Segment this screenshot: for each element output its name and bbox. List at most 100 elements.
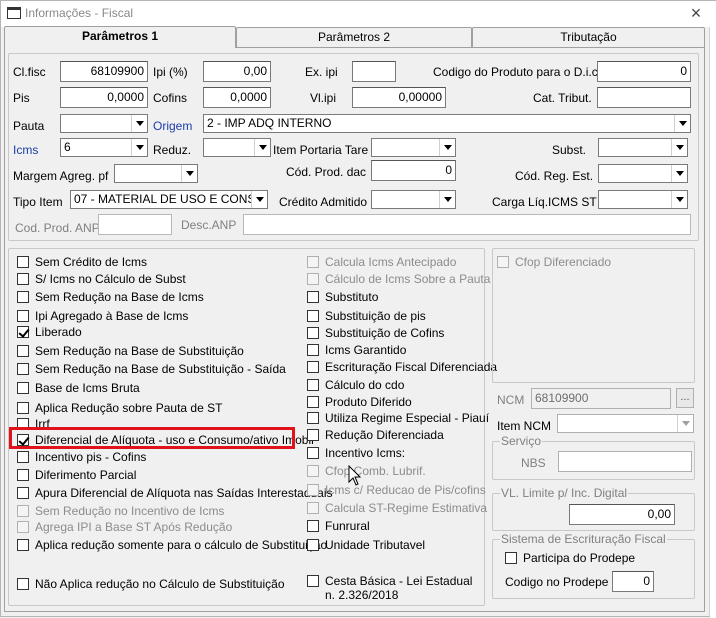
cat-tribut-input[interactable] <box>597 87 691 108</box>
tab-parametros-2[interactable]: Parâmetros 2 <box>236 27 472 47</box>
checkbox-box[interactable] <box>17 345 29 357</box>
checkbox-label: S/ Icms no Cálculo de Subst <box>35 272 186 286</box>
chevron-down-icon[interactable] <box>677 415 693 432</box>
ex-ipi-label: Ex. ipi <box>305 65 338 79</box>
checkbox-label: Funrural <box>325 519 370 533</box>
margem-select[interactable] <box>114 164 198 183</box>
checkbox-box[interactable] <box>307 412 319 424</box>
checkbox-box[interactable] <box>17 521 29 533</box>
clfisc-input[interactable]: 68109900 <box>60 61 148 82</box>
checkbox-box[interactable] <box>307 396 319 408</box>
checkbox-box[interactable] <box>307 502 319 514</box>
cod-prod-dac-input[interactable]: 0 <box>371 160 456 181</box>
checkbox-box[interactable] <box>307 539 319 551</box>
checkbox-label: Unidade Tributavel <box>325 538 426 552</box>
origem-label[interactable]: Origem <box>153 119 192 133</box>
chevron-down-icon[interactable] <box>671 139 687 156</box>
tab-tributacao[interactable]: Tributação <box>472 27 705 47</box>
ipi-pct-input[interactable]: 0,00 <box>203 61 271 82</box>
nbs-input[interactable] <box>558 451 692 472</box>
checkbox-box[interactable] <box>307 273 319 285</box>
checkbox-box[interactable] <box>307 256 319 268</box>
checkbox-box[interactable] <box>307 361 319 373</box>
cofins-input[interactable]: 0,0000 <box>203 87 271 108</box>
checkbox-box[interactable] <box>17 363 29 375</box>
checkbox-box[interactable] <box>17 326 29 338</box>
checkbox-label: Base de Icms Bruta <box>35 381 140 395</box>
item-ncm-select[interactable] <box>557 414 694 433</box>
checkbox-box[interactable] <box>307 310 319 322</box>
carga-liq-select[interactable] <box>598 190 688 209</box>
chevron-down-icon[interactable] <box>674 115 690 132</box>
checkbox-label: Agrega IPI a Base ST Após Redução <box>35 520 233 534</box>
cod-reg-est-select[interactable] <box>598 164 688 183</box>
chevron-down-icon[interactable] <box>439 191 455 208</box>
checkbox-box[interactable] <box>17 578 29 590</box>
vlipi-input[interactable]: 0,00000 <box>352 87 446 108</box>
origem-select[interactable]: 2 - IMP ADQ INTERNO <box>203 114 691 133</box>
credito-admitido-select[interactable] <box>371 190 456 209</box>
escrituracao-group <box>492 539 695 599</box>
checkbox-box[interactable] <box>17 310 29 322</box>
checkbox-label: Aplica redução somente para o cálculo de… <box>35 538 328 552</box>
checkbox-box[interactable] <box>17 256 29 268</box>
ncm-lookup-button[interactable]: ... <box>676 388 694 408</box>
checkbox-box[interactable] <box>17 402 29 414</box>
checkbox-box[interactable] <box>307 520 319 532</box>
escrituracao-caption: Sistema de Escrituração Fiscal <box>500 532 667 546</box>
checkbox-box[interactable] <box>17 469 29 481</box>
checkbox-box[interactable] <box>307 327 319 339</box>
tipo-item-select[interactable]: 07 - MATERIAL DE USO E CONSUM <box>70 190 268 209</box>
chevron-down-icon[interactable] <box>251 191 267 208</box>
checkbox-box[interactable] <box>497 256 509 268</box>
vl-limite-input[interactable]: 0,00 <box>569 504 675 525</box>
checkbox-box[interactable] <box>307 429 319 441</box>
checkbox-label: Diferimento Parcial <box>35 468 137 482</box>
vl-limite-caption: VL. Limite p/ Inc. Digital <box>500 486 629 500</box>
checkbox-box[interactable] <box>307 465 319 477</box>
checkbox-box[interactable] <box>17 539 29 551</box>
pis-label: Pis <box>13 91 30 105</box>
checkbox-label: Sem Redução na Base de Substituição <box>35 344 244 358</box>
chevron-down-icon[interactable] <box>131 115 147 132</box>
icms-select[interactable]: 6 <box>60 138 148 157</box>
subst-label: Subst. <box>552 143 587 157</box>
icms-label[interactable]: Icms <box>13 143 38 157</box>
pis-input[interactable]: 0,0000 <box>60 87 148 108</box>
chevron-down-icon[interactable] <box>131 139 147 156</box>
checkbox-box[interactable] <box>307 379 319 391</box>
title-bar[interactable]: Informações - Fiscal × <box>1 1 716 27</box>
chevron-down-icon[interactable] <box>439 139 455 156</box>
checkbox-box[interactable] <box>17 487 29 499</box>
chevron-down-icon[interactable] <box>671 165 687 182</box>
pauta-select[interactable] <box>60 114 148 133</box>
checkbox-box[interactable] <box>307 447 319 459</box>
checkbox-label: Cesta Básica - Lei Estadual n. 2.326/201… <box>325 574 473 602</box>
tab-parametros-1[interactable]: Parâmetros 1 <box>4 26 236 48</box>
chevron-down-icon[interactable] <box>181 165 197 182</box>
checkbox-box[interactable] <box>17 451 29 463</box>
checkbox-box[interactable] <box>307 344 319 356</box>
ncm-input[interactable]: 68109900 <box>531 388 671 409</box>
reduz-select[interactable] <box>203 138 271 157</box>
checkbox-box[interactable] <box>17 505 29 517</box>
chevron-down-icon[interactable] <box>671 191 687 208</box>
nbs-label: NBS <box>521 456 546 470</box>
checkbox-box[interactable] <box>307 575 319 587</box>
item-portaria-select[interactable] <box>371 138 456 157</box>
checkbox-box[interactable] <box>17 291 29 303</box>
chevron-down-icon[interactable] <box>254 139 270 156</box>
close-icon[interactable]: × <box>683 2 709 24</box>
cod-prod-anp-input[interactable] <box>98 214 172 235</box>
codigo-prodepe-input[interactable]: 0 <box>612 571 654 592</box>
cod-dic-input[interactable]: 0 <box>597 61 691 82</box>
fiscal-window: Informações - Fiscal × Parâmetros 1 Parâ… <box>0 0 716 618</box>
checkbox-box[interactable] <box>505 552 517 564</box>
checkbox-box[interactable] <box>307 484 319 496</box>
ex-ipi-input[interactable] <box>352 61 396 82</box>
checkbox-box[interactable] <box>17 382 29 394</box>
desc-anp-input[interactable] <box>243 214 691 235</box>
subst-select[interactable] <box>598 138 688 157</box>
checkbox-box[interactable] <box>17 273 29 285</box>
checkbox-box[interactable] <box>307 291 319 303</box>
